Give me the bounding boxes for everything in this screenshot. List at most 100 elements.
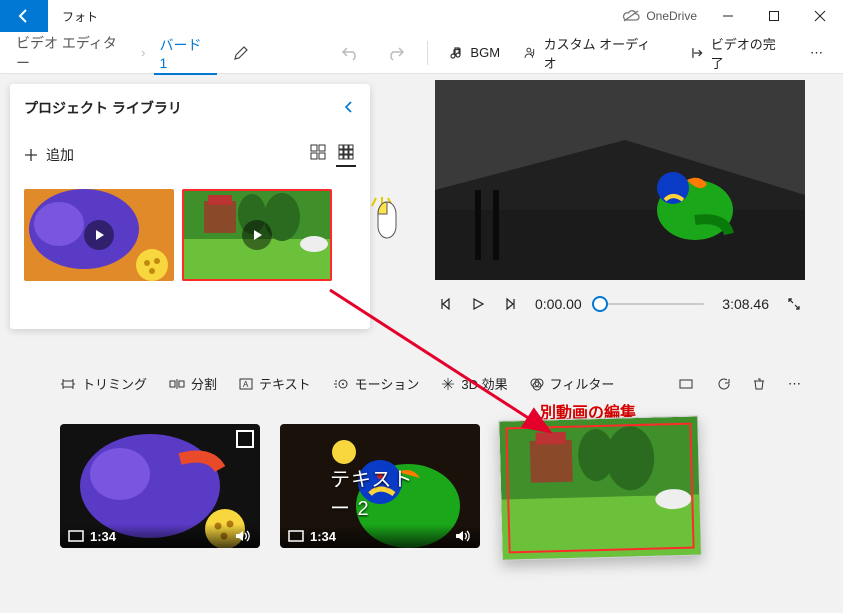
next-frame-button[interactable] [503, 297, 517, 311]
rename-button[interactable] [225, 41, 257, 65]
minimize-icon [722, 10, 734, 22]
play-overlay [84, 220, 114, 250]
motion-button[interactable]: モーション [333, 374, 420, 393]
split-button[interactable]: 分割 [169, 374, 217, 393]
seek-slider[interactable] [600, 303, 705, 305]
library-thumb[interactable] [24, 189, 174, 281]
more-button[interactable]: ⋯ [802, 41, 833, 65]
trash-icon [752, 377, 766, 391]
grid-small-icon [338, 144, 354, 160]
close-button[interactable] [797, 0, 843, 32]
play-icon [93, 229, 105, 241]
storyboard-clip[interactable]: テキストー 2 1:34 [280, 424, 480, 548]
view-small-grid-button[interactable] [336, 142, 356, 167]
chevron-left-icon [342, 100, 356, 114]
text-label: テキスト [259, 374, 311, 393]
onedrive-label: OneDrive [646, 9, 697, 23]
onedrive-status[interactable]: OneDrive [614, 9, 705, 23]
delete-button[interactable] [752, 377, 766, 391]
preview-canvas[interactable] [435, 80, 805, 280]
minimize-button[interactable] [705, 0, 751, 32]
split-icon [169, 377, 185, 391]
play-overlay [242, 220, 272, 250]
svg-text:A: A [243, 380, 249, 389]
3d-label: 3D 効果 [461, 374, 507, 393]
text-icon: A [239, 377, 253, 391]
play-button[interactable] [471, 297, 485, 311]
skip-back-icon [439, 297, 453, 311]
bgm-label: BGM [470, 45, 500, 60]
aspect-icon [68, 530, 84, 542]
trim-label: トリミング [82, 374, 147, 393]
grid-large-icon [310, 144, 326, 160]
crop-icon [678, 377, 694, 391]
separator [427, 41, 428, 65]
clip-select-checkbox[interactable] [236, 430, 254, 448]
project-library-panel: プロジェクト ライブラリ 追加 [10, 84, 370, 329]
dragged-clip-preview [498, 415, 702, 560]
total-time: 3:08.46 [722, 296, 769, 312]
motion-label: モーション [355, 374, 420, 393]
filter-button[interactable]: フィルター [530, 374, 615, 393]
breadcrumb-separator: › [141, 45, 145, 60]
music-icon [450, 46, 464, 60]
library-collapse-button[interactable] [342, 100, 356, 117]
arrow-left-icon [16, 8, 32, 24]
view-large-grid-button[interactable] [308, 142, 328, 167]
rotate-icon [716, 377, 730, 391]
volume-icon[interactable] [454, 529, 472, 543]
add-media-button[interactable]: 追加 [24, 145, 74, 165]
trim-icon [60, 377, 76, 391]
volume-icon[interactable] [234, 529, 252, 543]
prev-frame-button[interactable] [439, 297, 453, 311]
close-icon [814, 10, 826, 22]
undo-icon [341, 45, 361, 61]
undo-button[interactable] [333, 41, 369, 65]
fullscreen-icon [787, 297, 801, 311]
maximize-icon [768, 10, 780, 22]
split-label: 分割 [191, 374, 217, 393]
finish-label: ビデオの完了 [711, 34, 786, 72]
play-icon [471, 297, 485, 311]
custom-audio-label: カスタム オーディオ [544, 34, 660, 72]
finish-video-button[interactable]: ビデオの完了 [683, 30, 794, 76]
breadcrumb-project[interactable]: バード 1 [154, 31, 218, 75]
preview-image [435, 80, 805, 280]
audio-person-icon [524, 46, 538, 60]
library-title: プロジェクト ライブラリ [24, 98, 182, 118]
bgm-button[interactable]: BGM [442, 41, 508, 64]
redo-button[interactable] [377, 41, 413, 65]
motion-icon [333, 377, 349, 391]
preview-player: 0:00.00 3:08.46 [435, 80, 805, 312]
pencil-icon [233, 45, 249, 61]
sparkle-icon [441, 377, 455, 391]
storyboard-clip[interactable]: 1:34 [60, 424, 260, 548]
plus-icon [24, 148, 38, 162]
aspect-icon [288, 530, 304, 542]
app-title: フォト [48, 8, 98, 25]
redo-icon [385, 45, 405, 61]
clip-duration: 1:34 [90, 529, 116, 544]
filter-label: フィルター [550, 374, 615, 393]
add-label: 追加 [46, 145, 74, 165]
filter-icon [530, 377, 544, 391]
export-icon [691, 46, 705, 60]
rotate-button[interactable] [716, 377, 730, 391]
play-icon [251, 229, 263, 241]
fullscreen-button[interactable] [787, 297, 801, 311]
maximize-button[interactable] [751, 0, 797, 32]
storyboard-more-button[interactable]: ⋯ [788, 376, 803, 392]
cloud-off-icon [622, 9, 640, 23]
text-button[interactable]: A テキスト [239, 374, 311, 393]
back-button[interactable] [0, 0, 48, 32]
breadcrumb-root[interactable]: ビデオ エディター [10, 29, 133, 77]
clip-text-overlay: テキストー 2 [330, 463, 430, 521]
clip-duration: 1:34 [310, 529, 336, 544]
crop-button[interactable] [678, 377, 694, 391]
trim-button[interactable]: トリミング [60, 374, 147, 393]
skip-forward-icon [503, 297, 517, 311]
current-time: 0:00.00 [535, 296, 582, 312]
3d-effects-button[interactable]: 3D 効果 [441, 374, 507, 393]
library-thumb[interactable] [182, 189, 332, 281]
custom-audio-button[interactable]: カスタム オーディオ [516, 30, 667, 76]
